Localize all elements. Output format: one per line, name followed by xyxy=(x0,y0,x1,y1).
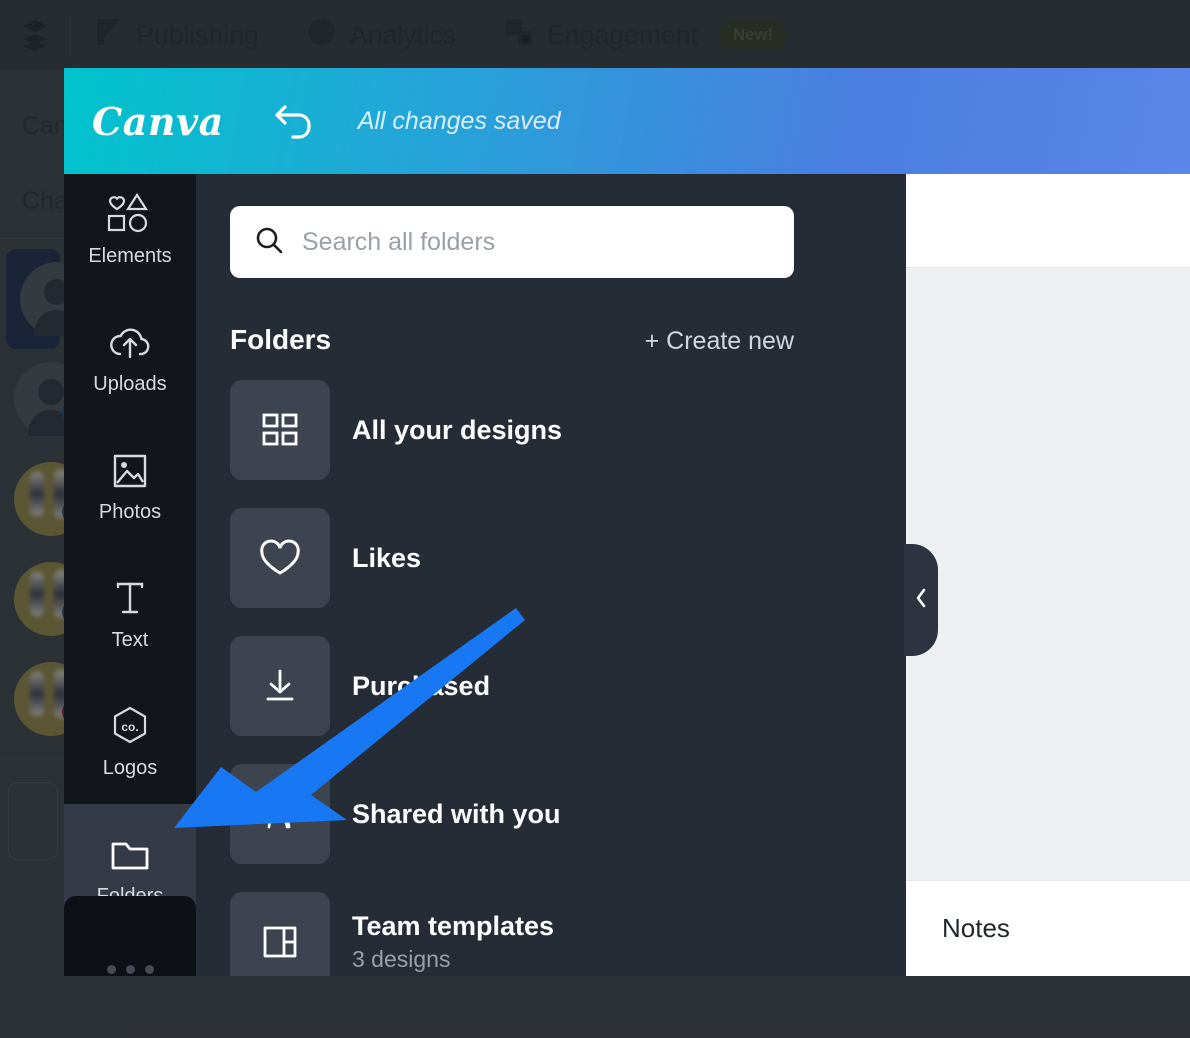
list-item[interactable]: Team templates 3 designs xyxy=(230,892,878,976)
rail-label-photos: Photos xyxy=(98,500,162,523)
rail-label-elements: Elements xyxy=(88,244,172,267)
chevron-left-icon xyxy=(913,586,929,615)
folder-label: Likes xyxy=(352,542,422,573)
list-item[interactable]: Likes xyxy=(230,508,878,608)
search-icon xyxy=(254,225,284,260)
cloud-upload-icon xyxy=(106,317,154,363)
folder-label: Purchased xyxy=(352,670,491,701)
rail-item-photos[interactable]: Photos xyxy=(64,420,196,548)
layout-icon xyxy=(230,892,330,976)
image-icon xyxy=(109,445,151,491)
rail-item-elements[interactable]: Elements xyxy=(64,164,196,292)
folder-label: All your designs xyxy=(352,414,563,445)
download-icon xyxy=(230,636,330,736)
canva-logo[interactable]: Canva xyxy=(92,99,224,144)
create-new-button[interactable]: + Create new xyxy=(645,327,794,356)
undo-arrow-icon[interactable] xyxy=(272,98,318,144)
co-hexagon-icon: co. xyxy=(108,701,152,747)
notes-bar[interactable]: Notes xyxy=(906,880,1190,976)
screen: Publishing Analytics Engagement New! Cam… xyxy=(0,0,1190,1038)
search-bar[interactable] xyxy=(230,206,794,278)
panel-collapse-button[interactable] xyxy=(904,544,938,656)
heart-icon xyxy=(230,508,330,608)
folder-label: Team templates xyxy=(352,911,555,941)
folder-list: All your designs Likes Purchased Shared … xyxy=(230,380,878,976)
canva-tool-rail: Elements Uploads Photos Text co. Logos xyxy=(64,174,196,976)
notes-label: Notes xyxy=(942,913,1010,943)
canva-editor-canvas-area: Notes xyxy=(904,174,1190,976)
folder-label: Shared with you xyxy=(352,798,561,829)
rail-more-button[interactable] xyxy=(64,896,196,976)
folder-sublabel: 3 designs xyxy=(352,946,451,972)
svg-text:co.: co. xyxy=(121,720,138,734)
more-dots-icon xyxy=(106,965,154,974)
rail-label-uploads: Uploads xyxy=(93,372,167,395)
rail-item-logos[interactable]: co. Logos xyxy=(64,676,196,804)
rail-label-text: Text xyxy=(111,628,149,651)
editor-toolbar xyxy=(906,174,1190,268)
rail-item-uploads[interactable]: Uploads xyxy=(64,292,196,420)
shapes-icon xyxy=(104,189,156,235)
folder-icon xyxy=(107,829,153,875)
canva-editor-overlay: Canva All changes saved Elements Uploads… xyxy=(64,68,1190,976)
text-t-icon xyxy=(110,573,150,619)
list-item[interactable]: Purchased xyxy=(230,636,878,736)
folders-title: Folders xyxy=(230,324,332,355)
grid-icon xyxy=(230,380,330,480)
search-input[interactable] xyxy=(302,227,770,257)
add-people-icon xyxy=(230,764,330,864)
list-item[interactable]: Shared with you xyxy=(230,764,878,864)
rail-item-text[interactable]: Text xyxy=(64,548,196,676)
list-item[interactable]: All your designs xyxy=(230,380,878,480)
folders-panel: Folders + Create new All your design xyxy=(196,174,906,976)
canva-header: Canva All changes saved xyxy=(64,68,1190,174)
folders-section-header: Folders + Create new xyxy=(230,324,794,356)
rail-label-logos: Logos xyxy=(102,756,158,779)
save-status-text: All changes saved xyxy=(357,106,561,135)
